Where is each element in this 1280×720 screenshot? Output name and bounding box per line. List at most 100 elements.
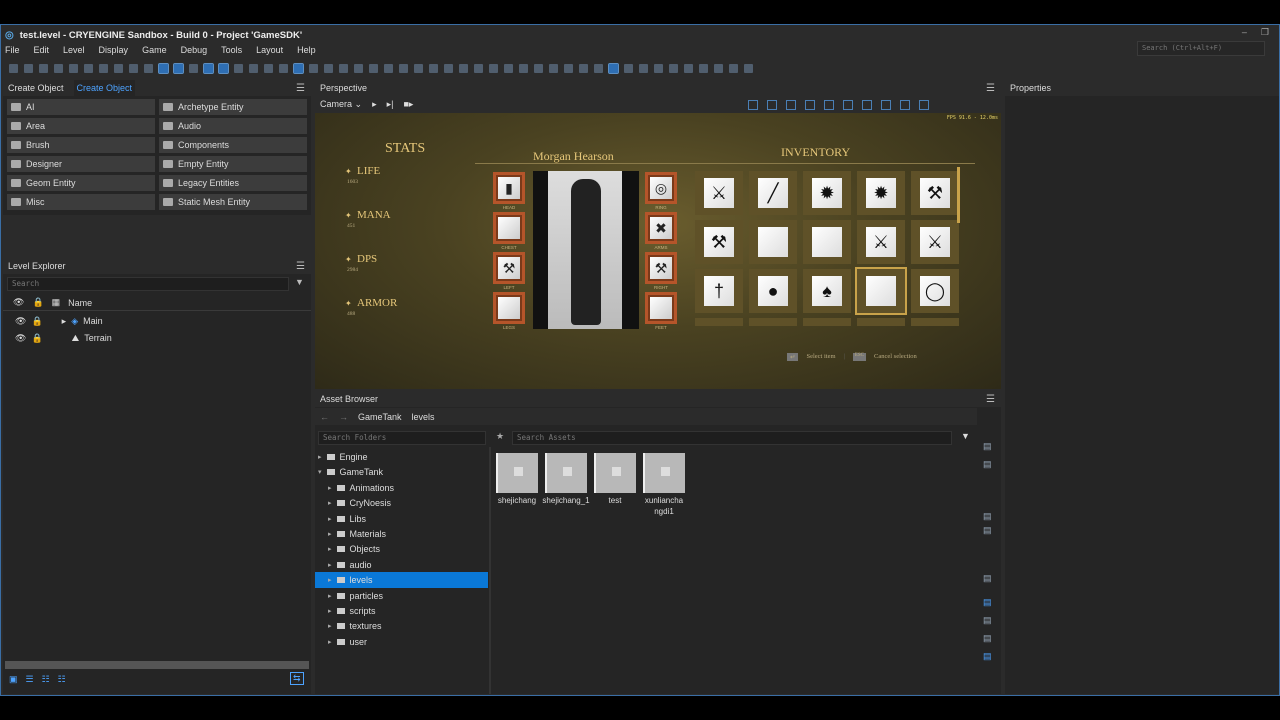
equip-slot-legs[interactable] <box>493 292 525 324</box>
toolbar-tool-icon[interactable] <box>309 63 318 73</box>
toolbar-tool-icon[interactable] <box>69 63 78 73</box>
asset-tool-icon[interactable]: ▤ <box>983 651 995 663</box>
menu-help[interactable]: Help <box>297 45 316 55</box>
angle-snap-icon[interactable] <box>767 99 778 110</box>
create-geom-entity-button[interactable]: Geom Entity <box>7 175 155 191</box>
toolbar-tool-icon[interactable] <box>279 63 288 73</box>
folder-animations[interactable]: ▸ Animations <box>315 480 488 496</box>
toolbar-tool-icon[interactable] <box>429 63 438 73</box>
sync-button[interactable]: ⇆ <box>290 672 304 685</box>
expand-arrow-icon[interactable]: ▸ <box>328 576 332 584</box>
menu-layout[interactable]: Layout <box>256 45 283 55</box>
create-brush-button[interactable]: Brush <box>7 137 155 153</box>
menu-tools[interactable]: Tools <box>221 45 242 55</box>
camera-dropdown[interactable]: Camera ⌄ <box>320 99 362 110</box>
asset-label[interactable]: shejichang_1 <box>542 495 590 506</box>
asset-search-input[interactable]: Search Assets <box>512 431 952 445</box>
toolbar-tool-icon[interactable] <box>324 63 333 73</box>
panel-menu-icon[interactable]: ☰ <box>986 394 995 405</box>
inventory-cell[interactable] <box>803 220 851 264</box>
expand-arrow-icon[interactable]: ▸ <box>328 545 332 553</box>
game-viewport[interactable]: FPS 91.6 - 12.0ms STATS ✦ LIFE 1603 ✦ MANA 45… <box>315 113 1001 389</box>
asset-label[interactable]: shejichang <box>493 495 541 506</box>
inventory-cell[interactable]: ✹ <box>857 171 905 215</box>
breadcrumb-gametank[interactable]: GameTank <box>358 412 402 422</box>
create-empty-entity-button[interactable]: Empty Entity <box>159 156 307 172</box>
toolbar-tool-icon[interactable] <box>369 63 378 73</box>
view-button[interactable]: ▣ <box>9 674 18 685</box>
collapse-arrow-icon[interactable]: ▾ <box>318 468 322 476</box>
toolbar-tool-icon[interactable] <box>114 63 123 73</box>
toolbar-tool-icon[interactable] <box>699 63 708 73</box>
display-icon[interactable] <box>862 99 873 110</box>
asset-tool-icon[interactable]: ▤ <box>983 633 995 645</box>
create-archetype-entity-button[interactable]: Archetype Entity <box>159 99 307 115</box>
toolbar-tool-icon[interactable] <box>173 62 184 74</box>
folder-objects[interactable]: ▸ Objects <box>315 541 488 557</box>
equip-slot-feet[interactable] <box>645 292 677 324</box>
toolbar-tool-icon[interactable] <box>639 63 648 73</box>
asset-tool-icon[interactable]: ▤ <box>983 511 995 523</box>
folder-crynoesis[interactable]: ▸ CryNoesis <box>315 495 488 511</box>
inventory-cell[interactable]: ⚔ <box>857 220 905 264</box>
menu-display[interactable]: Display <box>99 45 129 55</box>
toolbar-tool-icon[interactable] <box>129 63 138 73</box>
folder-scripts[interactable]: ▸ scripts <box>315 603 488 619</box>
folder-textures[interactable]: ▸ textures <box>315 618 488 634</box>
create-audio-button[interactable]: Audio <box>159 118 307 134</box>
menu-edit[interactable]: Edit <box>34 45 50 55</box>
expand-arrow-icon[interactable]: ▸ <box>328 499 332 507</box>
step-icon[interactable]: ▸| <box>387 99 394 110</box>
toolbar-tool-icon[interactable] <box>579 63 588 73</box>
toolbar-tool-icon[interactable] <box>519 63 528 73</box>
expand-arrow-icon[interactable]: ▸ <box>328 622 332 630</box>
visibility-column-icon[interactable]: 👁 <box>13 297 24 308</box>
align-2-icon[interactable] <box>824 99 835 110</box>
toolbar-tool-icon[interactable] <box>144 63 153 73</box>
lock-icon[interactable]: 🔒 <box>31 316 42 327</box>
toolbar-tool-icon[interactable] <box>158 62 169 74</box>
toolbar-tool-icon[interactable] <box>549 63 558 73</box>
equip-slot-right[interactable]: ⚒ <box>645 252 677 284</box>
maximize-icon[interactable] <box>919 99 930 110</box>
inventory-cell[interactable]: ⚒ <box>695 220 743 264</box>
toolbar-tool-icon[interactable] <box>384 63 393 73</box>
toolbar-tool-icon[interactable] <box>594 63 603 73</box>
create-legacy-entities-button[interactable]: Legacy Entities <box>159 175 307 191</box>
asset-thumbnail[interactable] <box>594 453 636 493</box>
toolbar-tool-icon[interactable] <box>608 62 619 74</box>
record-icon[interactable]: ■▸ <box>403 99 413 110</box>
toolbar-tool-icon[interactable] <box>293 62 304 74</box>
play-icon[interactable]: ▸ <box>372 99 377 110</box>
asset-thumbnail[interactable] <box>545 453 587 493</box>
panel-menu-icon[interactable]: ☰ <box>986 83 995 94</box>
inventory-cell[interactable]: ╱ <box>749 171 797 215</box>
toolbar-tool-icon[interactable] <box>264 63 273 73</box>
inventory-cell[interactable] <box>749 220 797 264</box>
layout-icon[interactable] <box>900 99 911 110</box>
folder-search-input[interactable]: Search Folders <box>318 431 486 445</box>
toolbar-tool-icon[interactable] <box>684 63 693 73</box>
name-column-header[interactable]: Name <box>68 298 92 308</box>
toolbar-tool-icon[interactable] <box>39 63 48 73</box>
view-button[interactable]: ☷ <box>42 674 50 685</box>
toolbar-tool-icon[interactable] <box>84 63 93 73</box>
inventory-cell[interactable]: ● <box>749 269 797 313</box>
inventory-scrollbar[interactable] <box>957 167 960 223</box>
toolbar-tool-icon[interactable] <box>489 63 498 73</box>
tab-create-object-2[interactable]: Create Object <box>73 80 136 96</box>
toolbar-tool-icon[interactable] <box>504 63 513 73</box>
toolbar-tool-icon[interactable] <box>99 63 108 73</box>
toolbar-tool-icon[interactable] <box>474 63 483 73</box>
toolbar-tool-icon[interactable] <box>714 63 723 73</box>
inventory-cell[interactable]: ♠ <box>803 269 851 313</box>
create-designer-button[interactable]: Designer <box>7 156 155 172</box>
tab-create-object-1[interactable]: Create Object <box>8 83 64 93</box>
expand-arrow-icon[interactable]: ▸ <box>62 316 67 327</box>
panel-menu-icon[interactable]: ☰ <box>296 83 305 94</box>
create-components-button[interactable]: Components <box>159 137 307 153</box>
scale-snap-icon[interactable] <box>786 99 797 110</box>
equip-slot-ring[interactable]: ◎ <box>645 172 677 204</box>
equip-slot-left[interactable]: ⚒ <box>493 252 525 284</box>
folder-libs[interactable]: ▸ Libs <box>315 511 488 527</box>
